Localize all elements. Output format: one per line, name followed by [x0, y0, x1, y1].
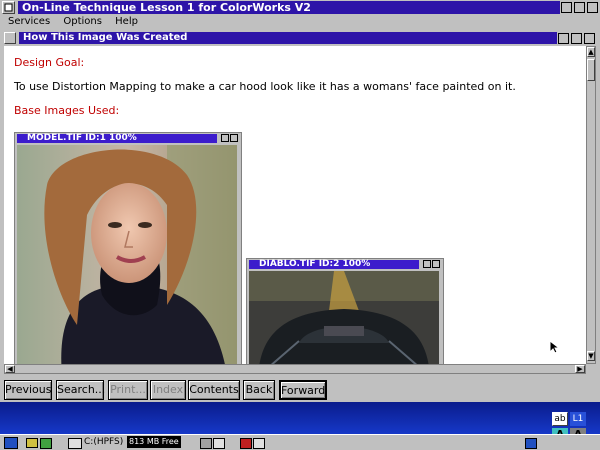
tray-icon-2[interactable] — [213, 438, 225, 449]
doc-minimize-icon[interactable] — [558, 33, 569, 44]
forward-button[interactable]: Forward — [279, 380, 327, 400]
tray-icon-5[interactable] — [525, 438, 537, 449]
model-image-window[interactable]: MODEL.TIF ID:1 100% — [14, 132, 242, 364]
menu-services[interactable]: Services — [8, 16, 50, 27]
diablo-maximize-icon[interactable] — [432, 260, 440, 268]
design-goal-heading: Design Goal: — [14, 56, 85, 69]
app-titlebar: On-Line Technique Lesson 1 for ColorWork… — [0, 0, 600, 15]
tray-icon-1[interactable] — [200, 438, 212, 449]
scroll-up-icon[interactable]: ▲ — [587, 47, 595, 57]
doc-maximize-icon[interactable] — [571, 33, 582, 44]
model-maximize-icon[interactable] — [230, 134, 238, 142]
model-image — [17, 145, 237, 364]
app-title: On-Line Technique Lesson 1 for ColorWork… — [18, 1, 560, 14]
search-button[interactable]: Search... — [56, 380, 105, 400]
design-goal-text: To use Distortion Mapping to make a car … — [14, 80, 516, 93]
scroll-left-icon[interactable]: ◀ — [5, 365, 15, 373]
doc-titlebar: How This Image Was Created — [0, 31, 600, 45]
drive-label: C:(HPFS) — [84, 437, 124, 447]
scroll-right-icon[interactable]: ▶ — [575, 365, 585, 373]
model-minimize-icon[interactable] — [221, 134, 229, 142]
menu-options[interactable]: Options — [63, 16, 102, 27]
doc-system-menu-icon[interactable] — [4, 32, 16, 44]
minimize-icon[interactable] — [561, 2, 572, 13]
help-content: Design Goal: To use Distortion Mapping t… — [4, 46, 586, 364]
scroll-down-icon[interactable]: ▼ — [587, 351, 595, 361]
vertical-scrollbar[interactable]: ▲ ▼ — [586, 46, 596, 364]
doc-title: How This Image Was Created — [19, 32, 557, 44]
desktop-background — [0, 402, 600, 434]
doc-close-icon[interactable] — [584, 33, 595, 44]
model-image-title: MODEL.TIF ID:1 100% — [17, 134, 217, 143]
contents-button[interactable]: Contents — [188, 380, 240, 400]
base-images-heading: Base Images Used: — [14, 104, 120, 117]
diablo-image-title: DIABLO.TIF ID:2 100% — [249, 260, 419, 269]
settings-icon[interactable] — [40, 438, 52, 449]
back-button[interactable]: Back — [243, 380, 275, 400]
mouse-cursor-icon — [549, 339, 561, 357]
system-menu-icon[interactable] — [2, 1, 15, 14]
diablo-minimize-icon[interactable] — [423, 260, 431, 268]
scroll-thumb[interactable] — [587, 59, 595, 81]
horizontal-scrollbar[interactable]: ◀ ▶ — [4, 364, 586, 374]
index-button[interactable]: Index — [150, 380, 186, 400]
previous-button[interactable]: Previous — [4, 380, 52, 400]
close-icon[interactable] — [587, 2, 598, 13]
menu-bar: Services Options Help — [0, 15, 600, 29]
window-list-icon[interactable] — [4, 437, 18, 449]
folder-icon[interactable] — [26, 438, 38, 448]
drive-icon[interactable] — [68, 438, 82, 449]
maximize-icon[interactable] — [574, 2, 585, 13]
free-space: 813 MB Free — [127, 436, 181, 448]
tray-icon-3[interactable] — [240, 438, 252, 449]
print-button[interactable]: Print... — [108, 380, 148, 400]
taskbar: C:(HPFS) 813 MB Free — [0, 434, 600, 450]
diablo-image-window[interactable]: DIABLO.TIF ID:2 100% — [246, 258, 444, 364]
menu-help[interactable]: Help — [115, 16, 138, 27]
diablo-image — [249, 271, 439, 364]
tray-icon-4[interactable] — [253, 438, 265, 449]
